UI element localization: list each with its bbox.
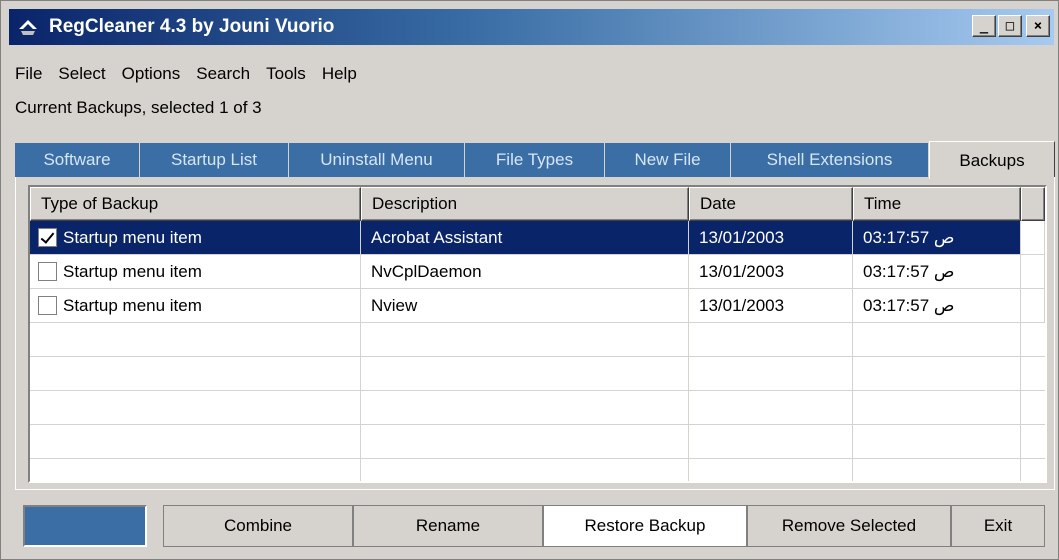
empty-cell [30,391,361,424]
menu-file[interactable]: File [15,61,50,87]
empty-row [30,425,1045,459]
empty-cell [853,391,1021,424]
row-description: Nview [361,289,689,322]
row-date: 13/01/2003 [689,255,853,288]
backup-list[interactable]: Type of Backup Description Date Time Sta… [28,185,1047,483]
regcleaner-icon [19,20,37,35]
menu-select[interactable]: Select [58,61,113,87]
empty-cell [853,357,1021,390]
row-filler [1021,255,1045,288]
empty-cell [853,323,1021,356]
column-description[interactable]: Description [361,187,689,221]
row-time: 03:17:57 ص [853,221,1021,254]
empty-cell [689,459,853,481]
empty-cell [30,425,361,458]
empty-cell [689,391,853,424]
row-type: Startup menu item [63,296,202,315]
row-time: 03:17:57 ص [853,289,1021,322]
tab-file-types[interactable]: File Types [465,143,605,177]
backups-panel: Type of Backup Description Date Time Sta… [15,177,1055,490]
column-filler [1021,187,1045,221]
table-row[interactable]: Startup menu item NvCplDaemon 13/01/2003… [30,255,1045,289]
row-filler [1021,221,1045,254]
tab-strip: Software Startup List Uninstall Menu Fil… [15,141,1055,179]
row-description: NvCplDaemon [361,255,689,288]
row-checkbox[interactable] [38,296,57,315]
empty-row [30,357,1045,391]
tab-software[interactable]: Software [15,143,140,177]
row-type-cell: Startup menu item [30,289,361,322]
menu-search[interactable]: Search [196,61,258,87]
column-time[interactable]: Time [853,187,1021,221]
row-filler [1021,289,1045,322]
row-type: Startup menu item [63,228,202,247]
row-type-cell: Startup menu item [30,255,361,288]
row-type-cell: Startup menu item [30,221,361,254]
empty-cell [853,459,1021,481]
empty-row [30,323,1045,357]
tab-uninstall-menu[interactable]: Uninstall Menu [289,143,465,177]
empty-cell [361,425,689,458]
empty-cell [361,391,689,424]
empty-cell [361,459,689,481]
row-checkbox[interactable] [38,228,57,247]
tab-backups[interactable]: Backups [929,141,1055,179]
empty-row [30,459,1045,481]
combine-button[interactable]: Combine [163,505,353,547]
empty-cell [689,357,853,390]
tab-startup-list[interactable]: Startup List [140,143,289,177]
empty-cell [689,323,853,356]
column-date[interactable]: Date [689,187,853,221]
tab-new-file[interactable]: New File [605,143,731,177]
regcleaner-window: RegCleaner 4.3 by Jouni Vuorio _ □ × Fil… [0,0,1059,560]
rename-button[interactable]: Rename [353,505,543,547]
maximize-button[interactable]: □ [998,15,1022,37]
row-date: 13/01/2003 [689,221,853,254]
empty-cell [361,357,689,390]
empty-cell [853,425,1021,458]
row-checkbox[interactable] [38,262,57,281]
empty-row [30,391,1045,425]
empty-cell [30,323,361,356]
progress-indicator [23,505,147,547]
selection-status: Current Backups, selected 1 of 3 [15,98,262,117]
exit-button[interactable]: Exit [951,505,1045,547]
row-time: 03:17:57 ص [853,255,1021,288]
minimize-button[interactable]: _ [972,15,996,37]
row-date: 13/01/2003 [689,289,853,322]
empty-cell [689,425,853,458]
menu-tools[interactable]: Tools [266,61,314,87]
tab-shell-extensions[interactable]: Shell Extensions [731,143,929,177]
window-title: RegCleaner 4.3 by Jouni Vuorio [49,16,335,37]
close-button[interactable]: × [1026,15,1050,37]
empty-cell [30,357,361,390]
restore-backup-button[interactable]: Restore Backup [543,505,747,547]
empty-cell [361,323,689,356]
menu-options[interactable]: Options [122,61,189,87]
menu-bar: File Select Options Search Tools Help [15,61,373,87]
column-type-of-backup[interactable]: Type of Backup [30,187,361,221]
menu-help[interactable]: Help [322,61,365,87]
row-description: Acrobat Assistant [361,221,689,254]
title-bar[interactable]: RegCleaner 4.3 by Jouni Vuorio _ □ × [9,9,1054,45]
empty-cell [30,459,361,481]
table-row[interactable]: Startup menu item Nview 13/01/2003 03:17… [30,289,1045,323]
remove-selected-button[interactable]: Remove Selected [747,505,951,547]
list-header: Type of Backup Description Date Time [30,187,1045,221]
list-rows: Startup menu item Acrobat Assistant 13/0… [30,221,1045,481]
table-row[interactable]: Startup menu item Acrobat Assistant 13/0… [30,221,1045,255]
row-type: Startup menu item [63,262,202,281]
button-bar: Combine Rename Restore Backup Remove Sel… [15,497,1055,553]
